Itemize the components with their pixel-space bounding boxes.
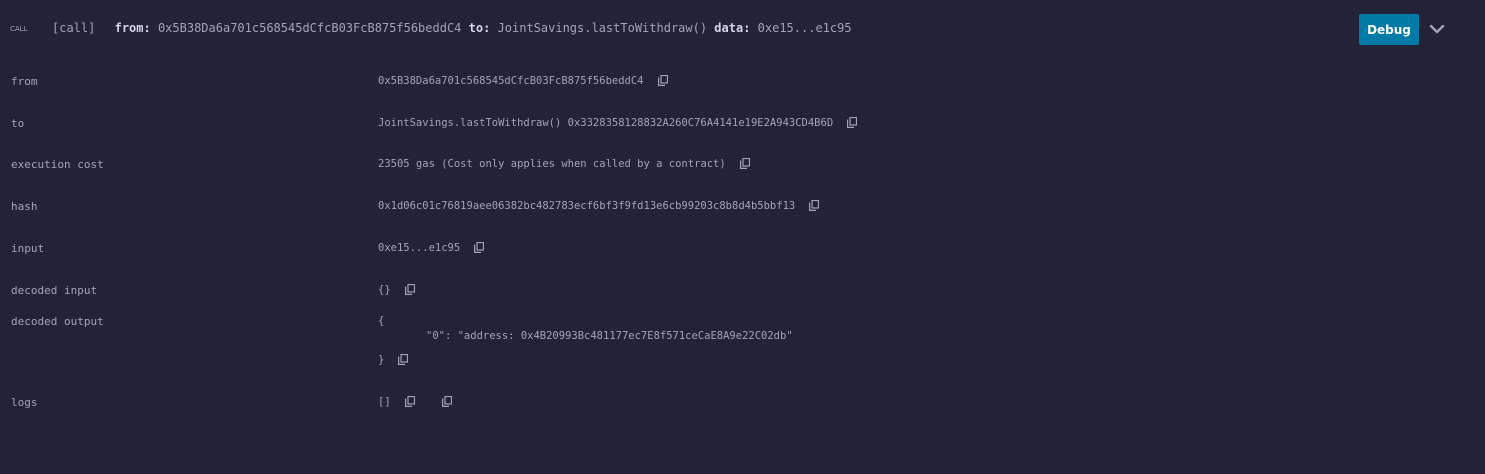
hash-label: hash bbox=[11, 200, 38, 213]
copy-icon[interactable] bbox=[441, 395, 452, 407]
to-row: JointSavings.lastToWithdraw() 0x33283581… bbox=[378, 116, 858, 129]
call-type: [call] bbox=[52, 21, 96, 35]
chevron-down-icon[interactable] bbox=[1429, 22, 1445, 36]
copy-icon[interactable] bbox=[398, 353, 409, 365]
copy-icon[interactable] bbox=[657, 74, 668, 86]
execution-cost-value: 23505 gas (Cost only applies when called… bbox=[378, 158, 726, 170]
copy-icon[interactable] bbox=[739, 157, 750, 169]
logs-value: [] bbox=[378, 396, 391, 408]
to-label: to bbox=[11, 117, 25, 130]
from-value: 0x5B38Da6a701c568545dCfcB03FcB875f56bedd… bbox=[378, 75, 644, 87]
copy-icon[interactable] bbox=[404, 395, 415, 407]
copy-icon[interactable] bbox=[809, 199, 820, 211]
decoded-input-label: decoded input bbox=[11, 284, 98, 297]
transaction-header[interactable]: CALL [call] from: 0x5B38Da6a701c568545dC… bbox=[0, 0, 1485, 58]
copy-icon[interactable] bbox=[847, 116, 858, 128]
from-row: 0x5B38Da6a701c568545dCfcB03FcB875f56bedd… bbox=[378, 74, 668, 87]
to-value: JointSavings.lastToWithdraw() 0x33283581… bbox=[378, 117, 834, 129]
decoded-output-close-row: } bbox=[378, 353, 409, 366]
transaction-summary: [call] from: 0x5B38Da6a701c568545dCfcB03… bbox=[52, 21, 852, 35]
debug-button[interactable]: Debug bbox=[1359, 14, 1419, 45]
summary-to-value: JointSavings.lastToWithdraw() bbox=[497, 21, 708, 35]
execution-cost-label: execution cost bbox=[11, 158, 104, 171]
logs-row: [] bbox=[378, 395, 452, 408]
input-label: input bbox=[11, 242, 45, 255]
input-row: 0xe15...e1c95 bbox=[378, 241, 485, 254]
summary-data-key: data: bbox=[714, 21, 751, 35]
copy-icon[interactable] bbox=[474, 241, 485, 253]
decoded-input-value: {} bbox=[378, 284, 391, 296]
decoded-output-close: } bbox=[378, 354, 385, 366]
hash-row: 0x1d06c01c76819aee06382bc482783ecf6bf3f9… bbox=[378, 199, 820, 212]
decoded-output-open: { bbox=[378, 315, 385, 327]
summary-from-value: 0x5B38Da6a701c568545dCfcB03FcB875f56bedd… bbox=[157, 21, 462, 35]
decoded-output-label: decoded output bbox=[11, 315, 104, 328]
summary-to-key: to: bbox=[468, 21, 491, 35]
call-tag: CALL bbox=[10, 25, 28, 33]
input-value: 0xe15...e1c95 bbox=[378, 242, 461, 254]
hash-value: 0x1d06c01c76819aee06382bc482783ecf6bf3f9… bbox=[378, 200, 796, 212]
summary-from-key: from: bbox=[114, 21, 151, 35]
decoded-input-row: {} bbox=[378, 283, 415, 296]
logs-label: logs bbox=[11, 396, 38, 409]
summary-data-value: 0xe15...e1c95 bbox=[757, 21, 852, 35]
copy-icon[interactable] bbox=[404, 283, 415, 295]
decoded-output-entry: "0": "address: 0x4B20993Bc481177ec7E8f57… bbox=[426, 330, 793, 342]
execution-cost-row: 23505 gas (Cost only applies when called… bbox=[378, 157, 750, 170]
from-label: from bbox=[11, 75, 38, 88]
